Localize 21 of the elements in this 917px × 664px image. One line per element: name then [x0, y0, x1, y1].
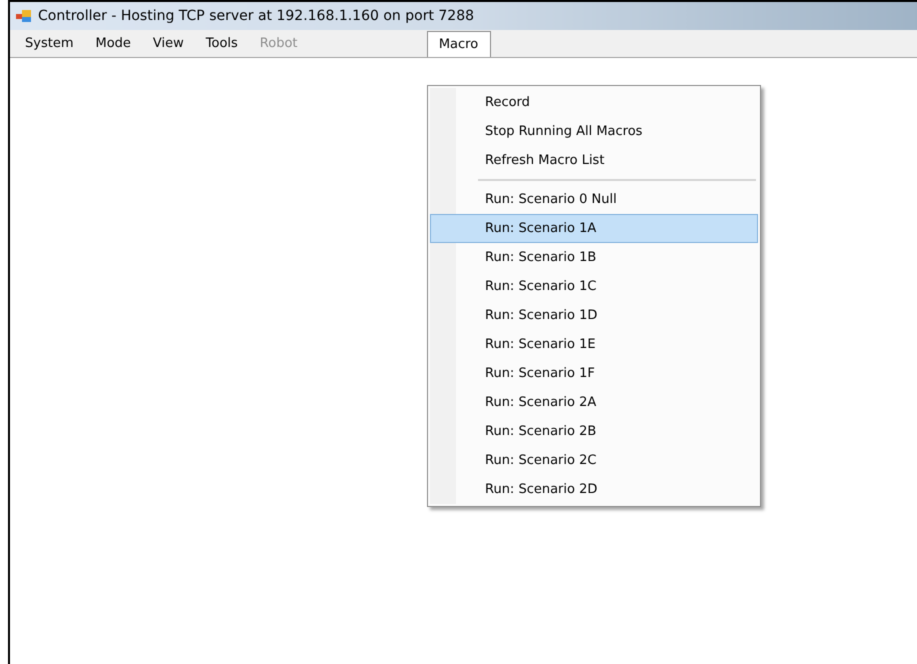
app-icon	[16, 9, 32, 23]
menu-option[interactable]: Run: Scenario 1B	[430, 243, 758, 272]
menu-option[interactable]: Run: Scenario 1E	[430, 330, 758, 359]
menu-option[interactable]: Run: Scenario 1A	[430, 214, 758, 243]
menu-option[interactable]: Run: Scenario 2B	[430, 417, 758, 446]
menu-item[interactable]: Macro	[426, 31, 491, 57]
menu-option[interactable]: Run: Scenario 2C	[430, 446, 758, 475]
window-title: Controller - Hosting TCP server at 192.168.1.160 on port 7288	[38, 6, 474, 26]
menu-option[interactable]: Refresh Macro List	[430, 146, 758, 175]
menu-item[interactable]: Tools	[194, 31, 249, 57]
menu-option[interactable]: Run: Scenario 1C	[430, 272, 758, 301]
menu-option[interactable]: Run: Scenario 2A	[430, 388, 758, 417]
menu-item[interactable]: View	[142, 31, 195, 57]
menu-option[interactable]: Run: Scenario 2D	[430, 475, 758, 504]
menu-option[interactable]: Run: Scenario 1F	[430, 359, 758, 388]
menu-item[interactable]: System	[14, 31, 84, 57]
menu-option[interactable]: Stop Running All Macros	[430, 117, 758, 146]
menu-option[interactable]: Run: Scenario 0 Null	[430, 185, 758, 214]
menu-option[interactable]: Record	[430, 88, 758, 117]
menu-option[interactable]: Run: Scenario 1D	[430, 301, 758, 330]
menu-item[interactable]: Mode	[84, 31, 142, 57]
